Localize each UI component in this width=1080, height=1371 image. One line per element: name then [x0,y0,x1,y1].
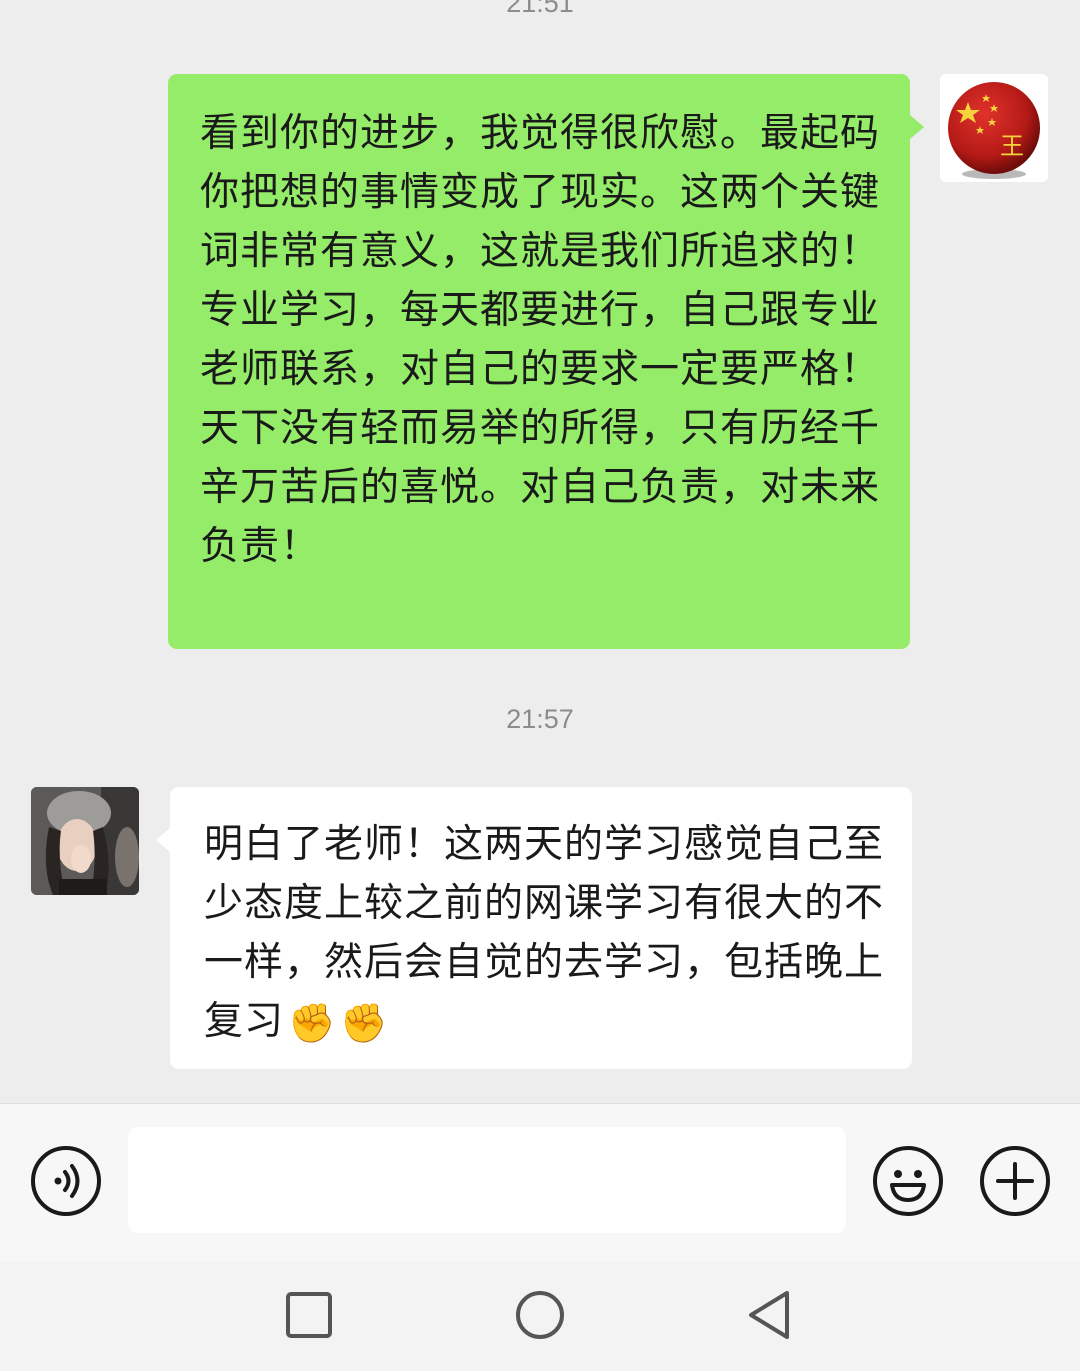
avatar-photo [31,787,139,895]
avatar-surname: 王 [1000,132,1024,160]
raised-fist-emoji: ✊ [288,1001,337,1045]
plus-icon [980,1146,1050,1216]
smiley-icon [873,1146,943,1216]
raised-fist-emoji: ✊ [340,1001,389,1045]
recent-apps-button[interactable] [279,1285,339,1345]
message-input[interactable] [128,1127,846,1233]
home-button[interactable] [510,1285,570,1345]
my-avatar[interactable]: 王 [940,74,1048,182]
square-recent-icon [286,1292,332,1338]
timestamp: 21:51 [506,0,574,18]
triangle-back-icon [749,1291,789,1339]
input-bar [0,1103,1080,1261]
circle-home-icon [516,1291,564,1339]
back-button[interactable] [742,1285,802,1345]
emoji-button[interactable] [871,1144,945,1218]
avatar-image: 王 [940,74,1048,182]
received-message-bubble[interactable]: 明白了老师！这两天的学习感觉自己至少态度上较之前的网课学习有很大的不一样，然后会… [156,787,912,1069]
voice-button[interactable] [29,1144,103,1218]
chat-area[interactable]: 21:51 看到你的进步，我觉得很欣慰。最起码你把想的事情变成了现实。这两个关键… [0,0,1080,1103]
contact-avatar[interactable] [31,787,139,895]
message-text: 看到你的进步，我觉得很欣慰。最起码你把想的事情变成了现实。这两个关键词非常有意义… [200,111,881,569]
more-button[interactable] [978,1144,1052,1218]
voice-icon [31,1146,101,1216]
timestamp: 21:57 [506,704,574,734]
sent-message-bubble[interactable]: 看到你的进步，我觉得很欣慰。最起码你把想的事情变成了现实。这两个关键词非常有意义… [168,74,924,649]
system-navigation-bar [0,1261,1080,1371]
